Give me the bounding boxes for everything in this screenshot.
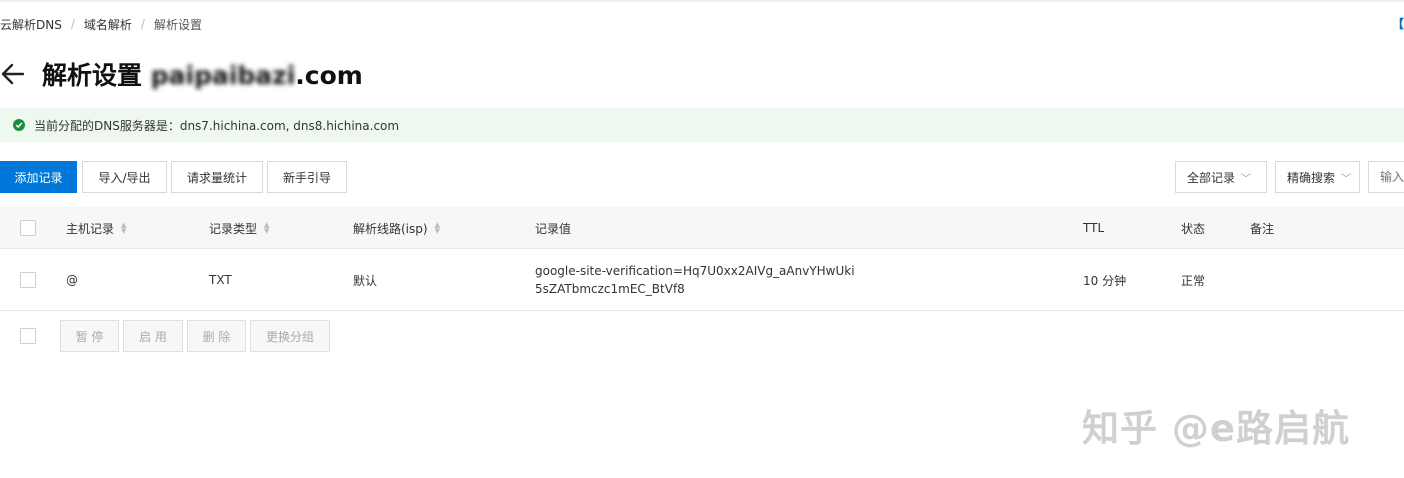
- table-header: 主机记录 ▲ ▼ 记录类型 ▲ ▼ 解析线路(isp) ▲ ▼ 记录值 TTL 状态 …: [0, 207, 1404, 249]
- sort-icon[interactable]: ▲ ▼: [435, 222, 440, 235]
- cell-line: 默认: [353, 273, 378, 288]
- record-filter-select[interactable]: 全部记录 ﹀: [1175, 161, 1267, 193]
- column-remark: 备注: [1250, 221, 1275, 236]
- page-title: 解析设置 paipaibazi.com: [42, 56, 363, 92]
- page-title-label: 解析设置: [42, 61, 143, 90]
- domain-name-blurred: paipaibazi: [150, 61, 296, 90]
- top-divider: [0, 0, 1404, 2]
- breadcrumb-item-current: 解析设置: [153, 17, 202, 32]
- zhihu-watermark: 知乎 @e路启航: [1082, 407, 1350, 450]
- search-mode-value: 精确搜索: [1287, 170, 1336, 185]
- cell-ttl: 10 分钟: [1083, 273, 1127, 288]
- add-record-button[interactable]: 添加记录: [0, 161, 77, 193]
- batch-select-checkbox[interactable]: [20, 328, 36, 344]
- column-line-label: 解析线路(isp): [353, 221, 428, 236]
- sort-icon[interactable]: ▲ ▼: [264, 222, 269, 235]
- dns-server-notice: 当前分配的DNS服务器是：dns7.hichina.com, dns8.hich…: [0, 108, 1404, 142]
- column-line[interactable]: 解析线路(isp) ▲ ▼: [353, 207, 440, 249]
- page-header: 解析设置 paipaibazi.com: [0, 56, 363, 92]
- breadcrumb: 云解析DNS / 域名解析 / 解析设置: [0, 16, 202, 32]
- select-all-checkbox[interactable]: [20, 220, 36, 236]
- breadcrumb-separator: /: [70, 17, 75, 31]
- breadcrumb-separator: /: [140, 17, 145, 31]
- search-input[interactable]: [1368, 161, 1404, 193]
- sort-icon[interactable]: ▲ ▼: [121, 222, 126, 235]
- chevron-down-icon: ﹀: [1241, 173, 1252, 185]
- cell-value: google-site-verification=Hq7U0xx2AIVg_aA…: [535, 264, 855, 296]
- beginner-guide-button[interactable]: 新手引导: [267, 161, 347, 193]
- status-badge: 正常: [1181, 273, 1206, 288]
- column-type-label: 记录类型: [209, 221, 258, 236]
- success-check-icon: [13, 119, 25, 131]
- filter-bar: 全部记录 ﹀ 精确搜索 ﹀: [1175, 161, 1404, 193]
- column-value: 记录值: [535, 221, 572, 236]
- domain-suffix: .com: [295, 61, 363, 90]
- column-type[interactable]: 记录类型 ▲ ▼: [209, 207, 269, 249]
- record-filter-value: 全部记录: [1187, 170, 1236, 185]
- notice-text: 当前分配的DNS服务器是：dns7.hichina.com, dns8.hich…: [34, 118, 400, 133]
- column-host[interactable]: 主机记录 ▲ ▼: [66, 207, 126, 249]
- row-checkbox-cell: [20, 250, 36, 310]
- request-stats-button[interactable]: 请求量统计: [171, 161, 263, 193]
- breadcrumb-item-cloud-dns[interactable]: 云解析DNS: [0, 16, 62, 33]
- back-arrow-icon[interactable]: [0, 61, 26, 87]
- column-ttl: TTL: [1083, 221, 1105, 235]
- change-group-button[interactable]: 更换分组: [250, 320, 330, 352]
- delete-button[interactable]: 删 除: [187, 320, 246, 352]
- import-export-button[interactable]: 导入/导出: [82, 161, 167, 193]
- record-toolbar: 添加记录 导入/导出 请求量统计 新手引导: [0, 161, 347, 193]
- search-mode-select[interactable]: 精确搜索 ﹀: [1275, 161, 1360, 193]
- cell-host: @: [66, 273, 78, 287]
- chevron-down-icon: ﹀: [1341, 173, 1352, 185]
- table-row: @ TXT 默认 google-site-verification=Hq7U0x…: [0, 250, 1404, 311]
- corner-link[interactable]: 【C: [1392, 15, 1404, 32]
- pause-button[interactable]: 暂 停: [60, 320, 119, 352]
- enable-button[interactable]: 启 用: [123, 320, 183, 352]
- column-host-label: 主机记录: [66, 221, 115, 236]
- row-checkbox[interactable]: [20, 272, 36, 288]
- column-status: 状态: [1181, 221, 1206, 236]
- cell-type: TXT: [209, 273, 232, 287]
- select-all-checkbox-cell: [20, 207, 36, 249]
- cell-value-wrap: google-site-verification=Hq7U0xx2AIVg_aA…: [535, 250, 855, 310]
- breadcrumb-item-domain-resolution[interactable]: 域名解析: [84, 16, 132, 33]
